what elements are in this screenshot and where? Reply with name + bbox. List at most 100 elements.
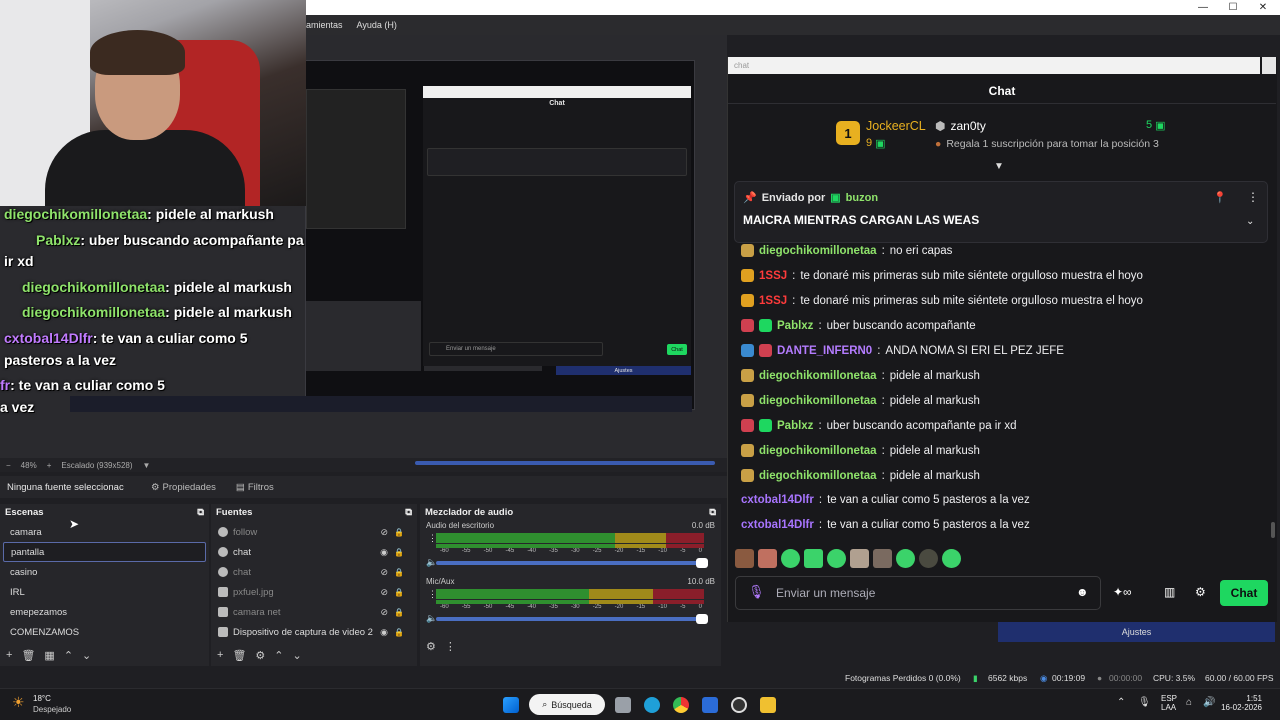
scene-item[interactable]: camara (3, 522, 206, 542)
edge-icon[interactable] (644, 697, 660, 713)
source-item[interactable]: pxfuel.jpg ⊘ 🔒 (214, 582, 414, 602)
lock-icon[interactable]: 🔒 (394, 588, 404, 597)
emote-icon[interactable] (735, 549, 754, 568)
chat-send-button[interactable]: Chat (1220, 580, 1268, 606)
chat-username[interactable]: diegochikomillonetaa (759, 445, 877, 457)
chat-username[interactable]: DANTE_INFERN0 (777, 345, 872, 357)
emote-icon[interactable] (758, 549, 777, 568)
emote-icon[interactable] (919, 549, 938, 568)
properties-button[interactable]: ⚙ Propiedades (151, 482, 216, 493)
scale-dropdown-icon[interactable]: ▼ (143, 461, 151, 470)
chat-input[interactable]: Enviar un mensaje (735, 576, 1101, 610)
source-item[interactable]: Dispositivo de captura de video 2 ◉ 🔒 (214, 622, 414, 642)
eye-icon[interactable]: ◉ (380, 547, 388, 558)
chat-username[interactable]: cxtobal14Dlfr (741, 494, 814, 506)
file-explorer-icon[interactable] (760, 697, 776, 713)
scene-item-selected[interactable]: pantalla (3, 542, 206, 562)
chat-username[interactable]: Pablxz (777, 420, 813, 432)
emote-icon[interactable] (804, 549, 823, 568)
source-item[interactable]: camara net ⊘ 🔒 (214, 602, 414, 622)
pinned-user[interactable]: buzon (846, 192, 878, 204)
emote-icon[interactable] (827, 549, 846, 568)
microphone-icon[interactable]: 🎙 (748, 584, 765, 600)
unpin-icon[interactable]: 📍 (1213, 191, 1227, 204)
emote-icon[interactable] (873, 549, 892, 568)
chat-username[interactable]: diegochikomillonetaa (759, 470, 877, 482)
undock-icon[interactable]: ⧉ (405, 507, 412, 518)
emote-icon[interactable] (850, 549, 869, 568)
hidden-eye-icon[interactable]: ⊘ (380, 587, 388, 598)
taskbar-search[interactable]: ⌕ Búsqueda (529, 694, 605, 715)
start-icon[interactable] (503, 697, 519, 713)
scene-item[interactable]: emepezamos (3, 602, 206, 622)
task-view-icon[interactable] (615, 697, 631, 713)
source-item[interactable]: follow ⊘ 🔒 (214, 522, 414, 542)
microphone-tray-icon[interactable]: 🎙 (1138, 697, 1151, 708)
hidden-eye-icon[interactable]: ⊘ (380, 607, 388, 618)
move-up-icon[interactable]: ⌃ (64, 649, 73, 662)
add-source-icon[interactable]: + (217, 649, 223, 661)
undock-icon[interactable]: ⧉ (197, 507, 204, 518)
scene-item[interactable]: COMENZAMOS (3, 622, 206, 642)
mixer-menu-icon[interactable]: ⋮ (445, 640, 456, 653)
lock-icon[interactable]: 🔒 (394, 568, 404, 577)
emote-icon[interactable] (942, 549, 961, 568)
advanced-audio-icon[interactable]: ⚙ (426, 640, 436, 653)
chat-username[interactable]: 1SSJ (759, 295, 787, 307)
channel-points-icon[interactable]: ✦∞ (1113, 585, 1132, 599)
chat-username[interactable]: diegochikomillonetaa (759, 395, 877, 407)
remove-source-icon[interactable]: 🗑 (232, 649, 246, 662)
volume-thumb[interactable] (696, 558, 708, 568)
emote-icon[interactable] (896, 549, 915, 568)
remove-scene-icon[interactable]: 🗑 (21, 649, 35, 662)
chat-username[interactable]: diegochikomillonetaa (759, 245, 877, 257)
move-down-icon[interactable]: ⌄ (82, 649, 91, 662)
chat-username[interactable]: Pablxz (777, 320, 813, 332)
chat-username[interactable]: 1SSJ (759, 270, 787, 282)
chat-username[interactable]: diegochikomillonetaa (759, 370, 877, 382)
lock-icon[interactable]: 🔒 (394, 548, 404, 557)
chat-settings-icon[interactable]: ⚙ (1195, 585, 1206, 599)
volume-thumb[interactable] (696, 614, 708, 624)
menu-item-tools[interactable]: rramientas (300, 20, 343, 30)
lock-icon[interactable]: 🔒 (394, 528, 404, 537)
scene-filters-icon[interactable]: ▦ (44, 649, 54, 662)
emote-picker-icon[interactable]: ☻ (1076, 585, 1089, 599)
zoom-in-button[interactable]: + (47, 461, 52, 470)
obs-icon[interactable] (731, 697, 747, 713)
close-button[interactable]: ✕ (1248, 0, 1278, 15)
leader-name[interactable]: JockeerCL (866, 119, 926, 133)
lock-icon[interactable]: 🔒 (394, 628, 404, 637)
maximize-button[interactable]: ☐ (1218, 0, 1248, 15)
preview-scrollbar[interactable] (415, 461, 715, 465)
chat-scrollbar[interactable] (1271, 522, 1275, 538)
eye-icon[interactable]: ◉ (380, 627, 388, 638)
move-down-icon[interactable]: ⌄ (293, 649, 302, 662)
source-item[interactable]: chat ⊘ 🔒 (214, 562, 414, 582)
scene-item[interactable]: IRL (3, 582, 206, 602)
weather-icon[interactable]: ☀ (12, 694, 25, 711)
scene-item[interactable]: casino (3, 562, 206, 582)
network-icon[interactable]: ⌂ (1186, 697, 1192, 708)
source-settings-icon[interactable]: ⚙ (255, 649, 265, 662)
volume-icon[interactable]: 🔊 (1203, 697, 1215, 708)
zoom-out-button[interactable]: − (6, 461, 11, 470)
move-up-icon[interactable]: ⌃ (274, 649, 283, 662)
pinned-menu-icon[interactable]: ⋮ (1247, 190, 1259, 204)
chrome-icon[interactable] (673, 697, 689, 713)
expand-pinned-icon[interactable]: ⌄ (1246, 216, 1254, 227)
hidden-eye-icon[interactable]: ⊘ (380, 527, 388, 538)
clock[interactable]: 1:51 16-02-2026 (1220, 694, 1262, 712)
volume-slider[interactable] (436, 614, 708, 624)
lock-icon[interactable]: 🔒 (394, 608, 404, 617)
add-scene-icon[interactable]: + (6, 649, 12, 661)
hidden-eye-icon[interactable]: ⊘ (380, 567, 388, 578)
minimize-button[interactable]: — (1188, 0, 1218, 15)
filters-button[interactable]: ▤ Filtros (236, 482, 274, 493)
emote-icon[interactable] (781, 549, 800, 568)
tray-chevron-icon[interactable]: ⌃ (1117, 697, 1125, 708)
store-app-icon[interactable] (702, 697, 718, 713)
second-place[interactable]: ⬢ zan0ty (935, 119, 986, 133)
settings-button[interactable]: Ajustes (998, 622, 1275, 642)
collapse-leaderboard-icon[interactable]: ▼ (994, 161, 1004, 172)
